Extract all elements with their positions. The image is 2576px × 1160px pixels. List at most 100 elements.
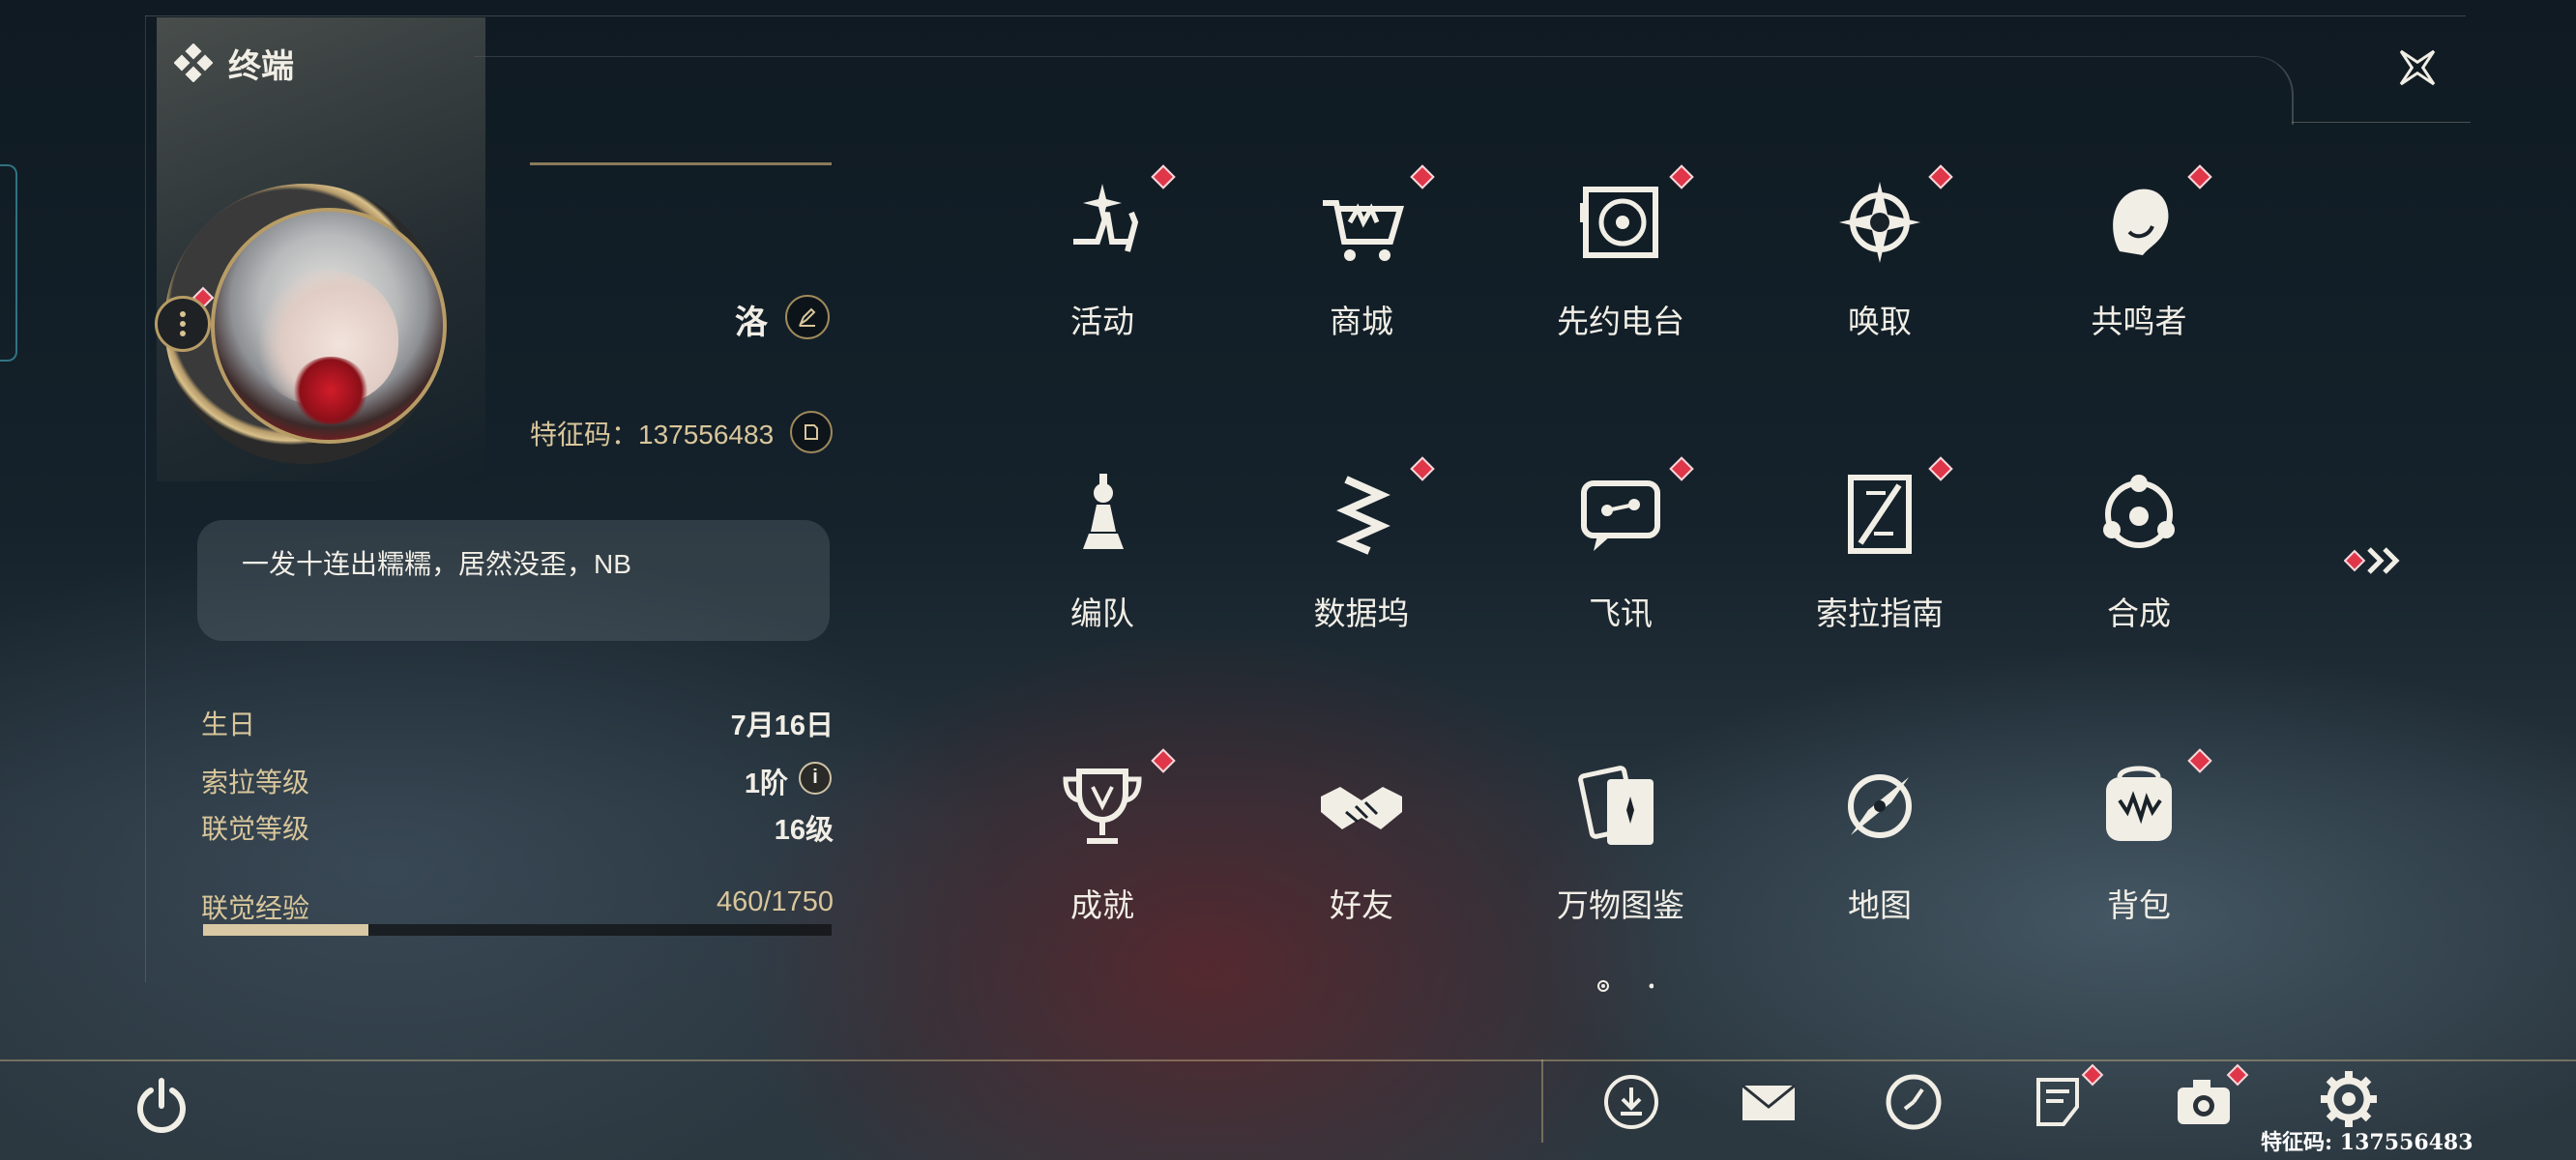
pagination-dots: [1597, 980, 1654, 992]
trophy-icon: [1063, 768, 1142, 844]
grid-item-label: 商城: [1330, 304, 1393, 339]
grid-item-handshake[interactable]: 好友: [1274, 758, 1449, 971]
more-options-button[interactable]: [155, 296, 211, 352]
grid-item-label: 好友: [1330, 887, 1393, 923]
bottom-bar-divider: [1541, 1059, 1543, 1143]
header: 终端: [174, 39, 294, 87]
chat-icon: [1581, 480, 1660, 551]
camera-icon[interactable]: [2170, 1068, 2238, 1136]
edit-name-button[interactable]: [785, 295, 830, 339]
notification-badge: [1928, 164, 1953, 189]
grid-item-map-compass[interactable]: 地图: [1793, 758, 1967, 971]
more-dot-icon: [180, 331, 186, 336]
frame-top-line: [145, 15, 2466, 16]
grid-item-label: 编队: [1070, 595, 1134, 631]
divider-line: [530, 162, 832, 165]
grid-item-label: 地图: [1848, 887, 1912, 923]
stat-value-sola-level: 1阶: [744, 768, 788, 799]
avatar[interactable]: [211, 208, 447, 444]
notification-badge: [1669, 164, 1694, 189]
notification-badge: [2187, 164, 2212, 189]
stat-label-union-level: 联觉等级: [201, 814, 310, 844]
clock-icon[interactable]: [1880, 1068, 1947, 1136]
xp-progress-fill: [203, 924, 368, 936]
avatar-flower: [292, 357, 369, 424]
handshake-icon: [1321, 787, 1402, 829]
mail-icon[interactable]: [1735, 1068, 1802, 1136]
grid-item-character[interactable]: 共鸣者: [2052, 164, 2226, 387]
grid-item-synthesis[interactable]: 合成: [2052, 466, 2226, 679]
grid-item-label: 飞讯: [1589, 595, 1653, 631]
data-dock-icon: [1335, 476, 1390, 555]
chess-icon: [1083, 474, 1124, 549]
notification-badge: [1410, 456, 1435, 481]
more-dot-icon: [180, 321, 186, 327]
bottom-bar-line: [0, 1059, 2576, 1061]
close-icon[interactable]: [2388, 39, 2446, 97]
backpack-icon: [2106, 766, 2172, 841]
grid-item-label: 先约电台: [1557, 304, 1684, 339]
frame-decoration: [474, 56, 2294, 125]
notification-badge: [1151, 164, 1176, 189]
copy-uid-button[interactable]: [790, 411, 833, 453]
grid-item-cards[interactable]: 万物图鉴: [1534, 758, 1708, 971]
xp-value: 460/1750: [717, 886, 834, 917]
stat-label-birthday: 生日: [201, 710, 256, 740]
player-name: 洛: [735, 304, 768, 341]
grid-item-data-dock[interactable]: 数据坞: [1274, 456, 1449, 679]
page-title: 终端: [228, 47, 294, 85]
grid-item-radio[interactable]: 先约电台: [1534, 164, 1708, 387]
stat-label-sola-level: 索拉等级: [201, 768, 310, 798]
notification-badge: [1151, 748, 1176, 773]
grid-item-label: 活动: [1070, 304, 1134, 339]
stat-value-birthday: 7月16日: [730, 710, 834, 741]
grid-item-backpack[interactable]: 背包: [2052, 748, 2226, 971]
guide-book-icon: [1848, 475, 1912, 554]
info-icon[interactable]: i: [799, 762, 832, 795]
side-edge-tab[interactable]: [0, 164, 17, 362]
signature-text: 一发十连出糯糯，居然没歪，NB: [242, 549, 631, 579]
notification-badge: [1669, 456, 1694, 481]
notice-icon[interactable]: [2025, 1068, 2093, 1136]
copy-icon: [805, 424, 818, 440]
notification-badge: [1410, 164, 1435, 189]
uid-watermark: 特征码: 137556483: [2261, 1130, 2474, 1155]
synthesis-icon: [2103, 475, 2175, 548]
terminal-diamond-icon: [174, 44, 213, 82]
compass-star-icon: [1839, 182, 1920, 263]
settings-icon[interactable]: [2315, 1065, 2383, 1133]
download-icon[interactable]: [1597, 1068, 1665, 1136]
grid-item-label: 万物图鉴: [1557, 887, 1684, 923]
pencil-icon: [798, 307, 816, 327]
stat-value-union-level: 16级: [774, 815, 834, 846]
grid-item-trophy[interactable]: 成就: [1015, 748, 1189, 971]
grid-item-sparkle[interactable]: 活动: [1015, 164, 1189, 387]
grid-item-chat[interactable]: 飞讯: [1534, 456, 1708, 679]
grid-item-label: 共鸣者: [2091, 304, 2187, 339]
grid-item-label: 合成: [2107, 595, 2171, 631]
grid-item-label: 背包: [2107, 887, 2171, 923]
grid-item-compass-star[interactable]: 唤取: [1793, 164, 1967, 387]
grid-item-label: 数据坞: [1313, 595, 1410, 631]
uid-text: 特征码：137556483: [530, 420, 775, 450]
more-dot-icon: [180, 311, 186, 317]
frame-left-line: [145, 15, 146, 982]
grid-item-guide-book[interactable]: 索拉指南: [1793, 456, 1967, 679]
sparkle-icon: [1073, 184, 1139, 252]
character-icon: [2113, 188, 2169, 255]
xp-label: 联觉经验: [201, 893, 310, 923]
power-icon[interactable]: [128, 1071, 195, 1139]
notification-badge: [1928, 456, 1953, 481]
grid-item-label: 成就: [1070, 887, 1134, 923]
grid-item-label: 索拉指南: [1816, 595, 1944, 631]
grid-item-cart[interactable]: 商城: [1274, 164, 1449, 387]
grid-item-label: 唤取: [1848, 304, 1912, 339]
radio-icon: [1580, 187, 1658, 258]
cart-icon: [1323, 200, 1405, 261]
cards-icon: [1578, 766, 1654, 845]
frame-decoration-right: [2292, 122, 2471, 123]
grid-item-chess[interactable]: 编队: [1015, 466, 1189, 679]
map-compass-icon: [1848, 774, 1912, 838]
next-page-arrow-icon[interactable]: [2344, 541, 2412, 580]
notification-badge: [2187, 748, 2212, 773]
